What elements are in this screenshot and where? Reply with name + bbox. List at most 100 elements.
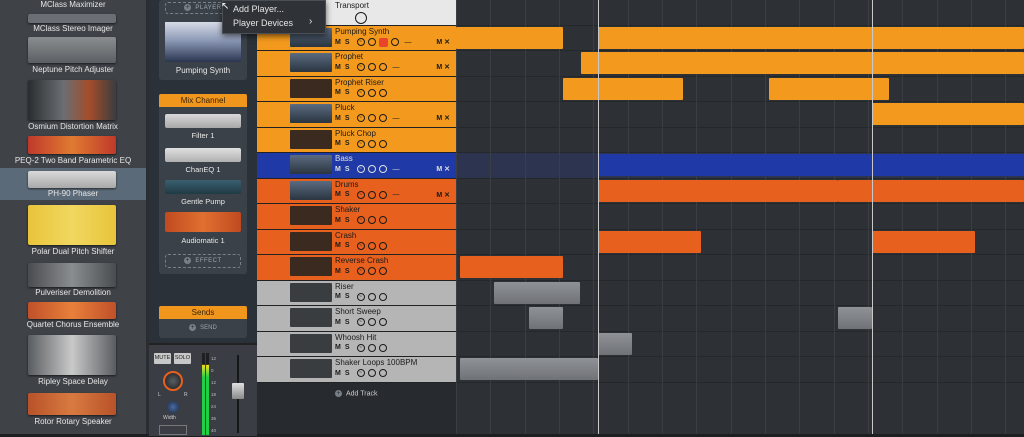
track-dash-control[interactable]: — (391, 64, 399, 71)
arrangement-clip[interactable] (598, 230, 701, 253)
volume-icon[interactable] (378, 63, 387, 71)
track-dash-control[interactable]: — (391, 166, 399, 173)
arrangement-clip[interactable] (838, 307, 872, 329)
automation-icon[interactable]: ~ (356, 267, 365, 275)
volume-icon[interactable] (378, 318, 387, 326)
track-header[interactable]: Whoosh Hit M S ~ (257, 331, 456, 357)
close-icon[interactable]: ✕ (444, 39, 450, 46)
mute-button[interactable]: M (335, 191, 341, 198)
browser-device-item[interactable]: Rotor Rotary Speaker (0, 390, 146, 434)
solo-button[interactable]: S (345, 115, 350, 122)
add-effect-slot[interactable]: + EFFECT (165, 254, 241, 268)
monitor-icon[interactable] (367, 165, 376, 173)
volume-icon[interactable] (390, 38, 399, 46)
mute-button[interactable]: M (335, 140, 341, 147)
mute-button[interactable]: M (335, 115, 341, 122)
automation-icon[interactable]: ~ (356, 139, 365, 148)
pan-knob[interactable] (163, 371, 183, 391)
automation-icon[interactable]: ~ (356, 369, 365, 377)
automation-icon[interactable]: ~ (356, 292, 365, 301)
track-header[interactable]: Short Sweep M S ~ (257, 306, 456, 332)
track-mute-toggle[interactable]: M (436, 115, 444, 122)
mute-button[interactable]: M (335, 370, 341, 377)
track-mute-toggle[interactable]: M (436, 166, 444, 173)
automation-icon[interactable]: ~ (356, 318, 365, 326)
rack-device-gentle-pump[interactable]: Gentle Pump (163, 180, 243, 210)
arrangement-lane[interactable] (456, 76, 1024, 102)
rack-device-chaneq[interactable]: ChanEQ 1 (163, 148, 243, 178)
arrangement-clip[interactable] (563, 77, 683, 100)
arrangement-clip[interactable] (494, 281, 580, 304)
browser-device-item-selected[interactable]: PH-90 Phaser (0, 168, 146, 200)
solo-button[interactable]: S (345, 319, 350, 326)
automation-icon[interactable]: ~ (356, 216, 365, 224)
arrangement-clip[interactable] (598, 179, 838, 202)
browser-device-item[interactable]: MClass Stereo Imager (0, 10, 146, 33)
automation-icon[interactable]: ~ (356, 88, 365, 97)
volume-icon[interactable] (378, 88, 387, 97)
arrangement-clip[interactable] (598, 26, 1024, 49)
arrangement-clip[interactable] (598, 332, 632, 355)
browser-device-item[interactable]: Pulveriser Demolition (0, 260, 146, 300)
track-header[interactable]: Shaker Loops 100BPM M S ~ (257, 357, 456, 383)
monitor-icon[interactable] (367, 114, 376, 122)
track-mute-toggle[interactable]: M (436, 39, 444, 46)
solo-button[interactable]: S (345, 140, 350, 147)
browser-device-item[interactable]: Polar Dual Pitch Shifter (0, 202, 146, 260)
arrangement-clip[interactable] (456, 26, 563, 49)
browser-device-item[interactable]: Ripley Space Delay (0, 332, 146, 390)
arrangement-clip[interactable] (581, 52, 1024, 74)
track-dash-control[interactable]: — (403, 39, 411, 46)
monitor-icon[interactable] (367, 63, 376, 71)
monitor-icon[interactable] (367, 216, 376, 224)
menu-item-add-player[interactable]: Add Player... (233, 4, 284, 14)
solo-button[interactable]: S (345, 191, 350, 198)
track-header[interactable]: Drums M S ~ — M ✕ (257, 178, 456, 204)
arrangement-clip[interactable] (529, 307, 563, 329)
browser-device-item[interactable]: Neptune Pitch Adjuster (0, 32, 146, 76)
mute-button[interactable]: M (335, 268, 341, 275)
arrangement-clip[interactable] (598, 154, 1024, 176)
arrangement-clip[interactable] (460, 256, 563, 278)
browser-device-item[interactable]: Osmium Distortion Matrix (0, 76, 146, 132)
monitor-icon[interactable] (367, 88, 376, 97)
track-header[interactable]: Reverse Crash M S ~ (257, 255, 456, 281)
track-header[interactable]: Prophet M S ~ — M ✕ (257, 51, 456, 77)
arrangement-lane[interactable] (456, 127, 1024, 153)
monitor-icon[interactable] (367, 343, 376, 352)
monitor-icon[interactable] (367, 190, 376, 199)
monitor-icon[interactable] (367, 369, 376, 377)
track-header[interactable]: Pluck M S ~ — M ✕ (257, 102, 456, 128)
volume-icon[interactable] (378, 216, 387, 224)
arrangement-lane[interactable] (456, 0, 1024, 26)
close-icon[interactable]: ✕ (444, 166, 450, 173)
solo-button[interactable]: S (345, 344, 350, 351)
track-dash-control[interactable]: — (391, 191, 399, 198)
volume-fader[interactable] (232, 383, 244, 399)
volume-icon[interactable] (378, 292, 387, 301)
arrangement-clip[interactable] (460, 358, 598, 380)
arrangement-clip[interactable] (872, 230, 975, 253)
solo-button[interactable]: S (345, 217, 350, 224)
solo-button[interactable]: S (345, 64, 350, 71)
mute-button[interactable]: M (335, 64, 341, 71)
automation-icon[interactable]: ~ (356, 190, 365, 199)
solo-button[interactable]: S (345, 89, 350, 96)
monitor-icon[interactable] (367, 267, 376, 275)
width-knob[interactable] (167, 401, 179, 413)
rack-device-audiomatic[interactable]: Audiomatic 1 (163, 212, 243, 252)
track-header[interactable]: Bass M S ~ — M ✕ (257, 153, 456, 179)
arrangement-clip[interactable] (838, 179, 1024, 202)
volume-icon[interactable] (378, 139, 387, 148)
volume-icon[interactable] (378, 241, 387, 250)
volume-icon[interactable] (378, 343, 387, 352)
automation-icon[interactable]: ~ (356, 343, 365, 352)
volume-icon[interactable] (378, 267, 387, 275)
solo-button[interactable]: SOLO (174, 353, 191, 364)
mute-button[interactable]: M (335, 242, 341, 249)
automation-icon[interactable]: ~ (356, 165, 365, 173)
mute-button[interactable]: M (335, 217, 341, 224)
close-icon[interactable]: ✕ (444, 192, 450, 199)
solo-button[interactable]: S (345, 242, 350, 249)
automation-icon[interactable]: ~ (356, 241, 365, 250)
